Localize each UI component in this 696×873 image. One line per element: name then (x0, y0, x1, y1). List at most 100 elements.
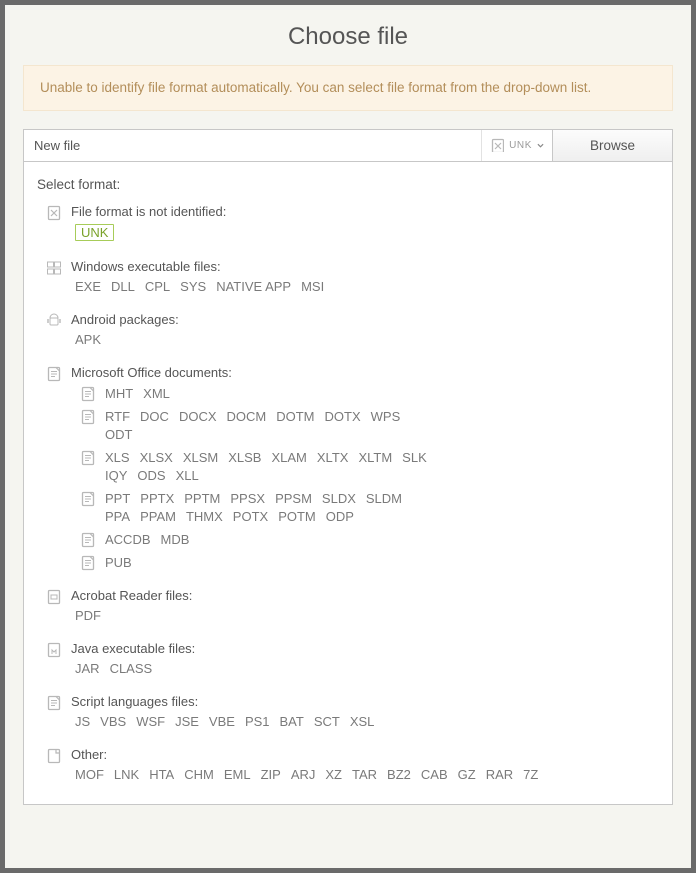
format-option[interactable]: PDF (75, 608, 101, 623)
format-option[interactable]: XML (143, 386, 170, 401)
group-unidentified: File format is not identified: UNK (37, 204, 659, 243)
group-office: Microsoft Office documents: MHTXML RTFDO… (37, 365, 659, 572)
format-option[interactable]: MDB (161, 532, 190, 547)
doc-icon (80, 386, 96, 402)
format-option[interactable]: BAT (280, 714, 304, 729)
format-option[interactable]: VBE (209, 714, 235, 729)
document-icon (46, 366, 62, 382)
access-icon (80, 532, 96, 548)
java-icon (46, 642, 62, 658)
format-option[interactable]: CPL (145, 279, 170, 294)
format-option[interactable]: SLK (402, 450, 427, 465)
format-list: MOF LNK HTA CHM EML ZIP ARJ XZ TAR BZ2 CAB GZ RAR 7Z (71, 765, 659, 784)
format-option[interactable]: CLASS (110, 661, 153, 676)
format-list: PUB (105, 553, 132, 572)
format-option[interactable]: JAR (75, 661, 100, 676)
format-option[interactable]: ODS (137, 468, 165, 483)
format-option[interactable]: SCT (314, 714, 340, 729)
format-option[interactable]: PPTM (184, 491, 220, 506)
format-option[interactable]: PPT (105, 491, 130, 506)
group-title: Java executable files: (71, 641, 659, 656)
format-option[interactable]: ODP (326, 509, 354, 524)
format-option[interactable]: NATIVE APP (216, 279, 291, 294)
format-option[interactable]: DLL (111, 279, 135, 294)
format-option[interactable]: DOTX (325, 409, 361, 424)
dialog: Choose file Unable to identify file form… (0, 0, 696, 873)
format-option[interactable]: HTA (149, 767, 174, 782)
format-option[interactable]: JSE (175, 714, 199, 729)
pdf-icon (46, 589, 62, 605)
format-option[interactable]: PPSX (230, 491, 265, 506)
format-dropdown-label: UNK (509, 140, 532, 151)
android-icon (46, 313, 62, 329)
format-list: EXE DLL CPL SYS NATIVE APP MSI (71, 277, 659, 296)
format-option[interactable]: JS (75, 714, 90, 729)
format-option[interactable]: XLSB (228, 450, 261, 465)
format-list: UNK (71, 222, 659, 243)
format-option[interactable]: PPA (105, 509, 130, 524)
format-option[interactable]: SLDM (366, 491, 402, 506)
format-option[interactable]: THMX (186, 509, 223, 524)
format-option[interactable]: MHT (105, 386, 133, 401)
format-option[interactable]: WSF (136, 714, 165, 729)
format-option[interactable]: CAB (421, 767, 448, 782)
format-option[interactable]: PPSM (275, 491, 312, 506)
group-title: Other: (71, 747, 659, 762)
alert-banner: Unable to identify file format automatic… (23, 65, 673, 111)
format-dropdown[interactable]: UNK (481, 130, 552, 161)
format-option[interactable]: PUB (105, 555, 132, 570)
format-option[interactable]: XLAM (271, 450, 306, 465)
format-option[interactable]: PPAM (140, 509, 176, 524)
group-windows: Windows executable files: EXEDLLCPLSYSNA… (37, 259, 659, 296)
format-option[interactable]: GZ (458, 767, 476, 782)
format-option[interactable]: DOCM (227, 409, 267, 424)
file-name-input[interactable] (24, 130, 481, 161)
format-option[interactable]: ACCDB (105, 532, 151, 547)
browse-button[interactable]: Browse (552, 130, 672, 161)
format-option[interactable]: XZ (325, 767, 342, 782)
format-option[interactable]: BZ2 (387, 767, 411, 782)
word-icon (80, 409, 96, 425)
format-option[interactable]: SLDX (322, 491, 356, 506)
format-option[interactable]: VBS (100, 714, 126, 729)
format-option[interactable]: LNK (114, 767, 139, 782)
format-option[interactable]: IQY (105, 468, 127, 483)
format-option[interactable]: EXE (75, 279, 101, 294)
format-option[interactable]: CHM (184, 767, 214, 782)
format-list: XLS XLSX XLSM XLSB XLAM XLTX XLTM SLK IQY ODS XLL (105, 448, 445, 485)
format-option[interactable]: DOC (140, 409, 169, 424)
file-unknown-icon (46, 205, 62, 221)
format-option[interactable]: XLS (105, 450, 130, 465)
format-option[interactable]: PS1 (245, 714, 270, 729)
format-option[interactable]: EML (224, 767, 251, 782)
format-list: RTF DOC DOCX DOCM DOTM DOTX WPS ODT (105, 407, 435, 444)
format-option[interactable]: RAR (486, 767, 513, 782)
format-option[interactable]: APK (75, 332, 101, 347)
format-option[interactable]: MSI (301, 279, 324, 294)
format-option[interactable]: DOTM (276, 409, 314, 424)
format-option[interactable]: XLSM (183, 450, 218, 465)
format-option[interactable]: ODT (105, 427, 132, 442)
format-option[interactable]: TAR (352, 767, 377, 782)
format-option[interactable]: ZIP (261, 767, 281, 782)
format-list: JS VBS WSF JSE VBE PS1 BAT SCT XSL (71, 712, 659, 731)
format-option[interactable]: POTM (278, 509, 316, 524)
dialog-title: Choose file (5, 5, 691, 65)
format-option[interactable]: XLTM (358, 450, 392, 465)
format-option[interactable]: DOCX (179, 409, 217, 424)
format-option[interactable]: 7Z (523, 767, 538, 782)
format-option[interactable]: ARJ (291, 767, 316, 782)
format-option[interactable]: XLSX (140, 450, 173, 465)
format-option[interactable]: UNK (75, 224, 114, 241)
format-panel: Select format: File format is not identi… (23, 161, 673, 805)
format-option[interactable]: XLL (176, 468, 199, 483)
format-option[interactable]: WPS (371, 409, 401, 424)
format-option[interactable]: RTF (105, 409, 130, 424)
format-option[interactable]: POTX (233, 509, 268, 524)
format-option[interactable]: SYS (180, 279, 206, 294)
format-option[interactable]: XSL (350, 714, 375, 729)
format-option[interactable]: XLTX (317, 450, 349, 465)
publisher-icon (80, 555, 96, 571)
format-option[interactable]: PPTX (140, 491, 174, 506)
format-option[interactable]: MOF (75, 767, 104, 782)
